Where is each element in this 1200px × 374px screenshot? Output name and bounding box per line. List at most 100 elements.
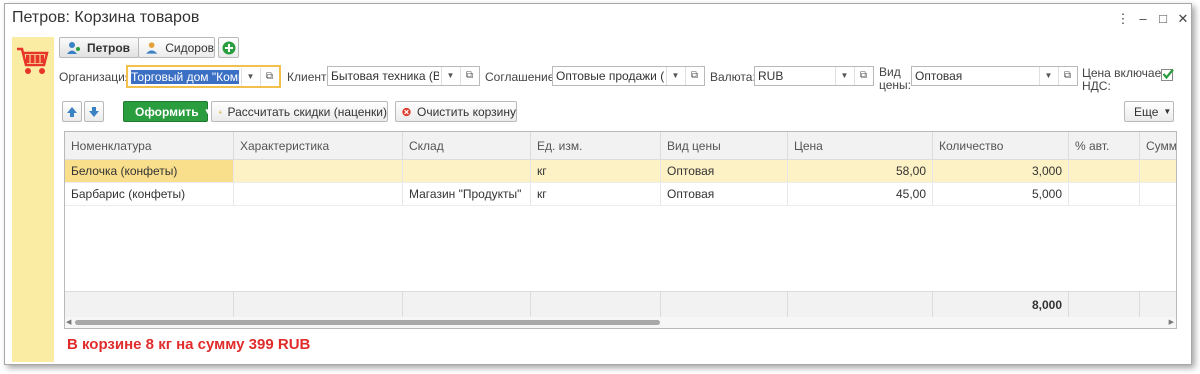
cell-unit[interactable]: кг: [531, 160, 661, 182]
footer-cell: [1069, 292, 1140, 318]
footer-cell: [403, 292, 531, 318]
cell-quantity[interactable]: 3,000: [933, 160, 1069, 182]
cell-price[interactable]: 45,00: [788, 183, 933, 205]
tab-label: Петров: [87, 40, 131, 55]
vat-checkbox[interactable]: [1161, 68, 1174, 81]
cell-sum[interactable]: [1140, 160, 1176, 182]
cell-warehouse[interactable]: Магазин "Продукты": [403, 183, 531, 205]
chevron-down-icon[interactable]: ▼: [666, 67, 684, 85]
open-icon[interactable]: ⧉: [1058, 67, 1076, 85]
scroll-left-icon[interactable]: ◀: [66, 318, 71, 326]
submit-label: Оформить: [135, 104, 199, 119]
open-icon[interactable]: ⧉: [854, 67, 872, 85]
client-value: Бытовая техника (Влад: [331, 69, 439, 83]
footer-cell: [1140, 292, 1176, 318]
cell-item[interactable]: Белочка (конфеты): [65, 160, 234, 182]
currency-value: RUB: [758, 69, 784, 83]
table-row[interactable]: Барбарис (конфеты) Магазин "Продукты" кг…: [65, 183, 1176, 206]
open-icon[interactable]: ⧉: [460, 67, 478, 85]
table-footer: 8,000: [65, 291, 1176, 318]
footer-cell: [788, 292, 933, 318]
open-icon[interactable]: ⧉: [260, 68, 278, 86]
footer-cell: [65, 292, 234, 318]
tab-label: Сидоров: [165, 40, 214, 55]
chevron-down-icon[interactable]: ▼: [835, 67, 853, 85]
agreement-value: Оптовые продажи (экс: [556, 69, 664, 83]
calc-label: Рассчитать скидки (наценки): [227, 104, 387, 119]
chevron-down-icon[interactable]: ▼: [441, 67, 459, 85]
clear-basket-button[interactable]: Очистить корзину: [395, 101, 517, 122]
cell-warehouse[interactable]: [403, 160, 531, 182]
move-down-button[interactable]: [84, 101, 104, 122]
table-header: Номенклатура Характеристика Склад Ед. из…: [65, 132, 1176, 160]
submit-button[interactable]: Оформить ▼: [123, 101, 212, 122]
cell-characteristic[interactable]: [234, 160, 403, 182]
cart-sidebar: [12, 37, 54, 362]
col-header[interactable]: Сумма: [1140, 132, 1176, 159]
scrollbar-thumb[interactable]: [75, 320, 660, 325]
price-type-value: Оптовая: [915, 69, 963, 83]
cell-sum[interactable]: [1140, 183, 1176, 205]
title-bar: Петров: Корзина товаров ⋮ – □ ✕: [5, 4, 1191, 34]
currency-label: Валюта:: [710, 70, 756, 84]
add-icon: [222, 41, 235, 54]
agreement-field[interactable]: Оптовые продажи (экс ▼ ⧉: [552, 66, 705, 86]
calc-discount-button[interactable]: Рассчитать скидки (наценки): [211, 101, 388, 122]
cell-characteristic[interactable]: [234, 183, 403, 205]
col-header[interactable]: Количество: [933, 132, 1069, 159]
cell-price-type[interactable]: Оптовая: [661, 183, 788, 205]
more-vertical-icon[interactable]: ⋮: [1115, 11, 1131, 27]
scroll-right-icon[interactable]: ▶: [1169, 318, 1174, 326]
close-icon[interactable]: ✕: [1175, 11, 1191, 27]
tab-petrov[interactable]: Петров: [59, 37, 139, 58]
arrow-up-icon: [67, 106, 77, 117]
footer-cell: [531, 292, 661, 318]
col-header[interactable]: Склад: [403, 132, 531, 159]
col-header[interactable]: Вид цены: [661, 132, 788, 159]
client-label: Клиент:: [287, 70, 330, 84]
col-header[interactable]: Характеристика: [234, 132, 403, 159]
vat-label: Цена включает НДС:: [1082, 66, 1167, 93]
col-header[interactable]: Цена: [788, 132, 933, 159]
basket-window: Петров: Корзина товаров ⋮ – □ ✕ Петров С…: [4, 3, 1192, 365]
footer-cell: [661, 292, 788, 318]
cell-price-type[interactable]: Оптовая: [661, 160, 788, 182]
col-header[interactable]: % авт.: [1069, 132, 1140, 159]
cell-item[interactable]: Барбарис (конфеты): [65, 183, 234, 205]
more-button[interactable]: Еще ▼: [1124, 101, 1174, 122]
price-type-field[interactable]: Оптовая ▼ ⧉: [911, 66, 1078, 86]
shopping-cart-icon: [17, 47, 49, 74]
col-header[interactable]: Номенклатура: [65, 132, 234, 159]
clear-icon: [402, 107, 411, 116]
cell-price[interactable]: 58,00: [788, 160, 933, 182]
calculator-icon: [219, 110, 222, 113]
org-label: Организация:: [59, 70, 135, 84]
basket-summary: В корзине 8 кг на сумму 399 RUB: [67, 336, 311, 353]
minimize-icon[interactable]: –: [1135, 11, 1151, 27]
cell-unit[interactable]: кг: [531, 183, 661, 205]
user-icon: [146, 41, 158, 54]
chevron-down-icon: ▼: [1163, 107, 1172, 116]
checkmark-icon: [1162, 68, 1174, 80]
open-icon[interactable]: ⧉: [685, 67, 703, 85]
cell-auto-percent[interactable]: [1069, 160, 1140, 182]
window-title: Петров: Корзина товаров: [12, 9, 200, 26]
chevron-down-icon[interactable]: ▼: [1039, 67, 1057, 85]
org-field[interactable]: Торговый дом "Компле ▼ ⧉: [126, 65, 281, 88]
tab-sidorov[interactable]: Сидоров: [138, 37, 215, 58]
client-field[interactable]: Бытовая техника (Влад ▼ ⧉: [327, 66, 480, 86]
add-user-button[interactable]: [218, 37, 239, 58]
total-quantity: 8,000: [933, 292, 1069, 318]
chevron-down-icon[interactable]: ▼: [241, 68, 259, 86]
currency-field[interactable]: RUB ▼ ⧉: [754, 66, 874, 86]
user-icon: [67, 41, 80, 54]
cell-auto-percent[interactable]: [1069, 183, 1140, 205]
maximize-icon[interactable]: □: [1155, 11, 1171, 27]
cell-quantity[interactable]: 5,000: [933, 183, 1069, 205]
col-header[interactable]: Ед. изм.: [531, 132, 661, 159]
table-row[interactable]: Белочка (конфеты) кг Оптовая 58,00 3,000: [65, 160, 1176, 183]
price-type-label: Вид цены:: [879, 65, 911, 92]
horizontal-scrollbar[interactable]: ◀ ▶: [65, 317, 1176, 328]
move-up-button[interactable]: [62, 101, 82, 122]
agreement-label: Соглашение:: [485, 70, 558, 84]
